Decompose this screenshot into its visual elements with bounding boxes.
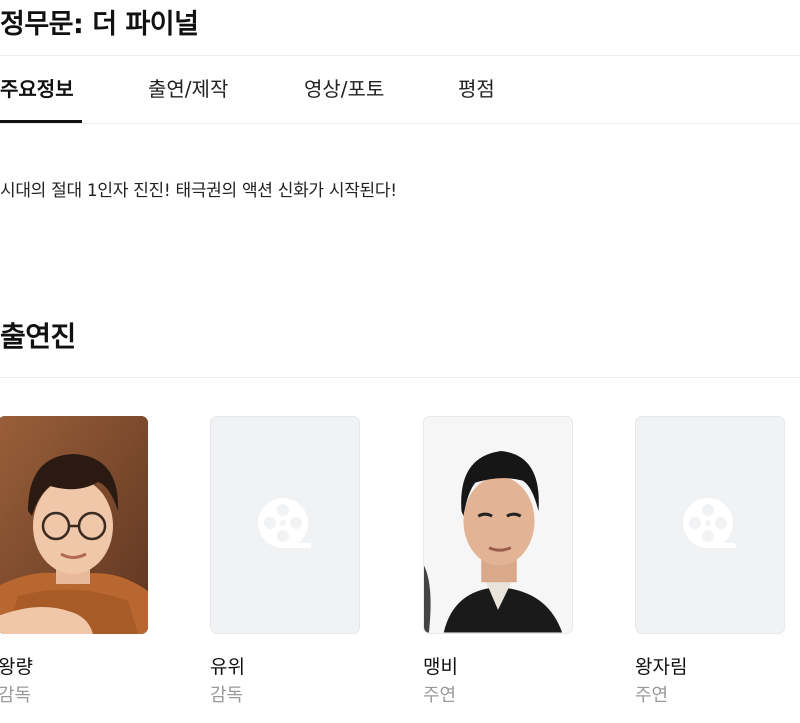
film-reel-icon: [258, 498, 311, 548]
cast-role: 주연: [423, 685, 457, 706]
tab-rating[interactable]: 평점: [458, 56, 495, 123]
cast-photo-placeholder[interactable]: [635, 416, 785, 634]
cast-card[interactable]: 유위 감독: [210, 416, 360, 706]
cast-section-title: 출연진: [0, 320, 76, 353]
cast-name[interactable]: 맹비: [423, 652, 458, 679]
section-divider: [0, 377, 800, 378]
synopsis-text: 시대의 절대 1인자 진진! 태극권의 액션 신화가 시작된다!: [0, 181, 397, 201]
cast-role: 감독: [0, 685, 32, 706]
person-photo-icon: [0, 416, 148, 634]
cast-role: 감독: [210, 685, 244, 706]
person-photo-icon: [424, 417, 572, 633]
cast-card[interactable]: 왕자림 주연: [635, 416, 785, 706]
tabs-divider: [0, 123, 800, 124]
cast-name[interactable]: 유위: [210, 652, 245, 679]
tab-main-info[interactable]: 주요정보: [0, 56, 74, 123]
page-title: 정무문: 더 파이널: [0, 9, 199, 40]
cast-photo[interactable]: [423, 416, 573, 634]
cast-role: 주연: [635, 685, 669, 706]
cast-card[interactable]: 왕량 감독: [0, 416, 148, 706]
cast-name[interactable]: 왕량: [0, 652, 33, 679]
cast-photo[interactable]: [0, 416, 148, 634]
cast-name[interactable]: 왕자림: [635, 652, 687, 679]
tab-cast-crew[interactable]: 출연/제작: [148, 56, 228, 123]
tab-bar: 주요정보 출연/제작 영상/포토 평점: [0, 56, 800, 123]
cast-photo-placeholder[interactable]: [210, 416, 360, 634]
film-reel-icon: [683, 498, 736, 548]
tab-video-photo[interactable]: 영상/포토: [304, 56, 384, 123]
cast-card[interactable]: 맹비 주연: [423, 416, 573, 706]
